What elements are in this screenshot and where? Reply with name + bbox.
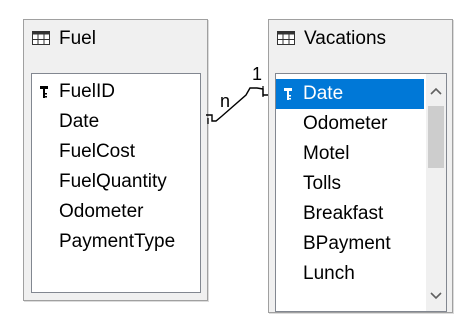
field-item[interactable]: Tolls (276, 169, 424, 199)
field-list[interactable]: FuelID Date FuelCost FuelQuantity Odomet… (31, 73, 201, 293)
field-name: Tolls (303, 173, 342, 194)
field-name: Lunch (303, 263, 355, 284)
field-item[interactable]: BPayment (276, 229, 424, 259)
field-item[interactable]: Date (32, 107, 200, 137)
relation-cardinality-many: n (220, 91, 231, 111)
field-item[interactable]: Odometer (276, 109, 424, 139)
field-item[interactable]: Motel (276, 139, 424, 169)
field-name: PaymentType (59, 231, 176, 252)
field-item[interactable]: Odometer (32, 197, 200, 227)
table-title-bar[interactable]: Fuel (24, 20, 207, 53)
field-name: BPayment (303, 233, 391, 254)
field-name: Odometer (59, 201, 144, 222)
primary-key-icon (40, 86, 48, 98)
field-item[interactable]: FuelQuantity (32, 167, 200, 197)
field-name: FuelQuantity (59, 171, 167, 192)
field-name: FuelCost (59, 141, 136, 162)
table-icon (277, 31, 295, 45)
table-title: Vacations (304, 28, 387, 49)
table-title-bar[interactable]: Vacations (269, 20, 452, 53)
table-title: Fuel (59, 28, 96, 49)
field-item[interactable]: Lunch (276, 259, 424, 289)
relations-canvas: Fuel FuelID Date FuelCost FuelQuantity O… (0, 0, 465, 320)
scroll-down-button[interactable] (426, 283, 446, 309)
table-window-fuel[interactable]: Fuel FuelID Date FuelCost FuelQuantity O… (23, 19, 208, 301)
chevron-up-icon (430, 87, 442, 95)
primary-key-icon (284, 88, 292, 100)
field-item[interactable]: Breakfast (276, 199, 424, 229)
field-name: Date (59, 111, 100, 132)
field-item[interactable]: PaymentType (32, 227, 200, 257)
table-icon (32, 31, 50, 45)
scroll-thumb[interactable] (428, 106, 444, 168)
field-name: Motel (303, 143, 350, 164)
field-name: Odometer (303, 113, 388, 134)
field-name: Date (303, 83, 344, 104)
field-item[interactable]: FuelCost (32, 137, 200, 167)
scroll-up-button[interactable] (426, 78, 446, 104)
relation-cardinality-one: 1 (252, 64, 263, 84)
chevron-down-icon (430, 292, 442, 300)
field-list[interactable]: Date Odometer Motel Tolls Breakfast BPay… (275, 73, 447, 312)
field-name: Breakfast (303, 203, 384, 224)
table-window-vacations[interactable]: Vacations Date Odometer Motel Tolls Brea… (268, 19, 453, 313)
field-name: FuelID (59, 81, 115, 102)
vertical-scrollbar[interactable] (426, 74, 446, 311)
field-item[interactable]: FuelID (32, 77, 200, 107)
field-item-selected[interactable]: Date (276, 79, 424, 109)
